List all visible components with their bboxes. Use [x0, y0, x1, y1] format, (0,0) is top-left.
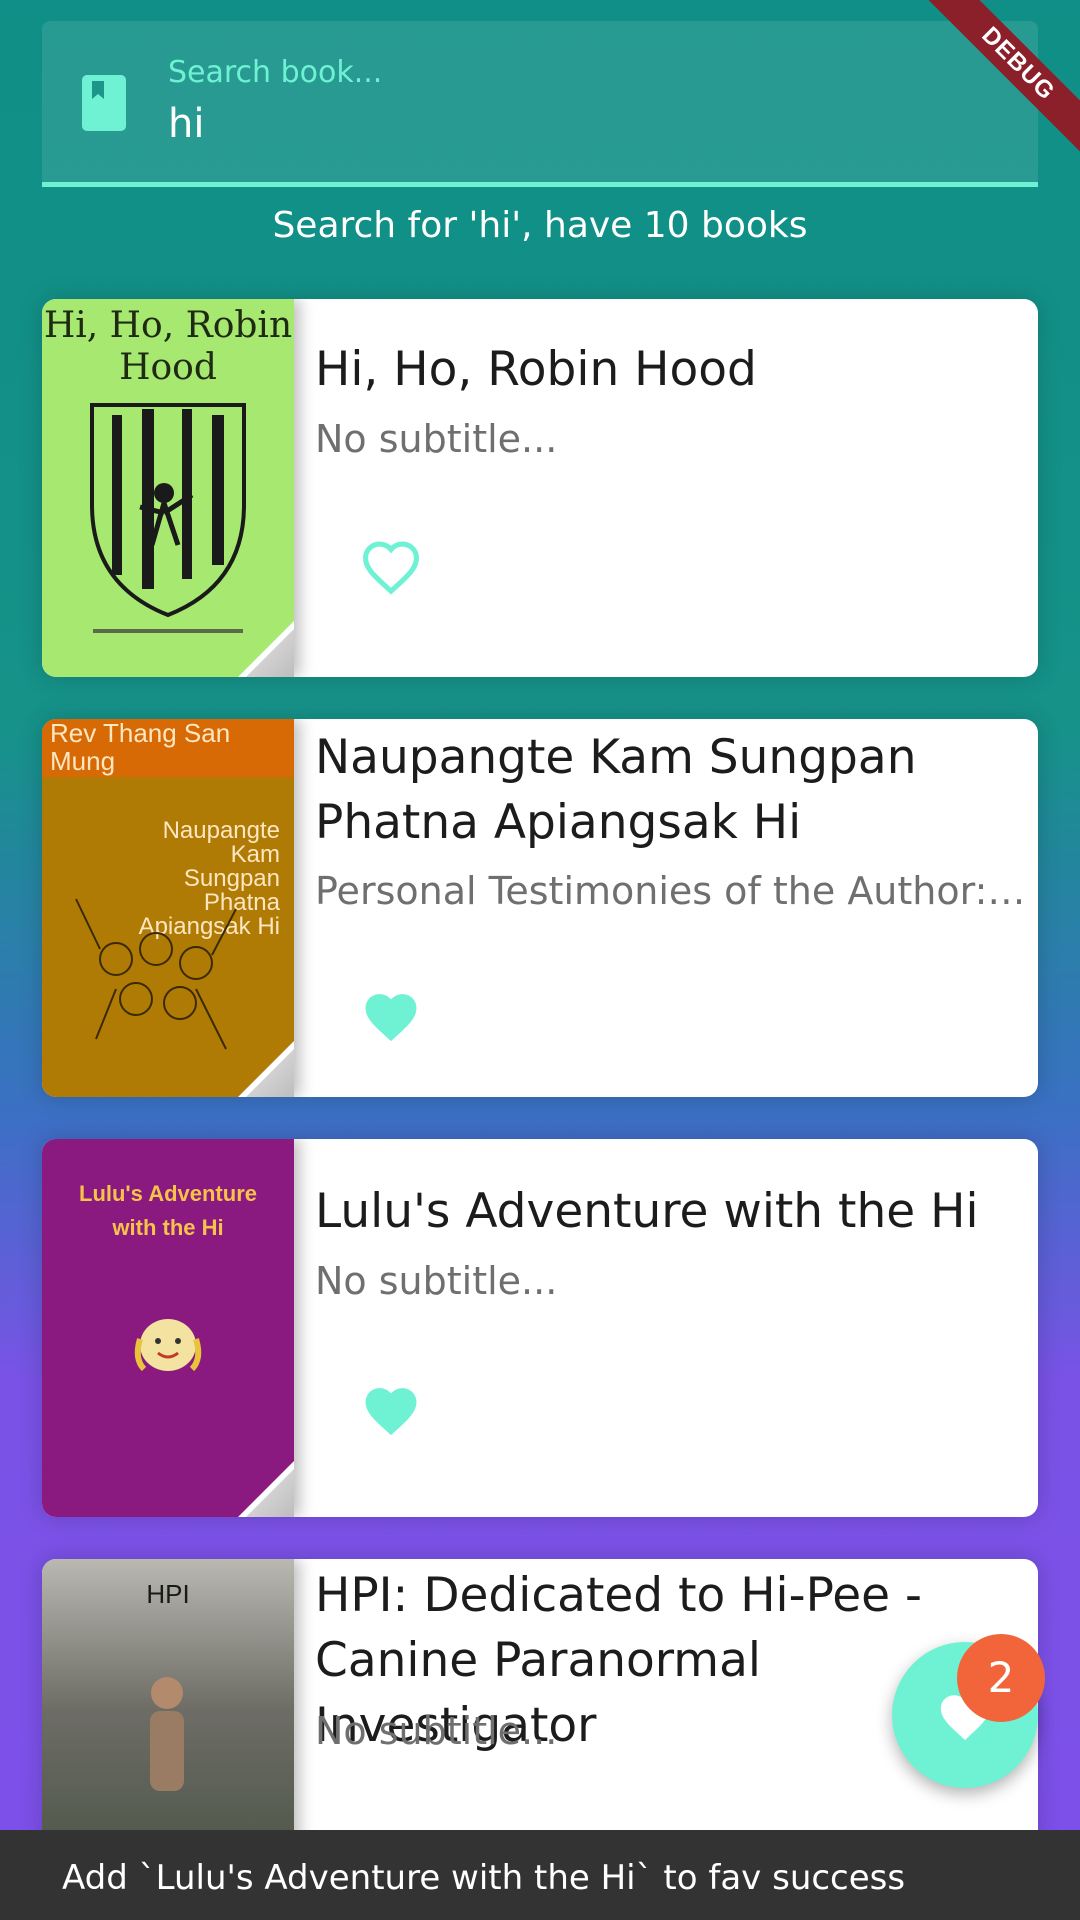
book-title: Naupangte Kam Sungpan Phatna Apiangsak H…: [315, 730, 917, 850]
search-placeholder: Search book...: [168, 55, 383, 90]
cover-author: Rev Thang San Mung: [50, 719, 231, 776]
snackbar-message: Add `Lulu's Adventure with the Hi` to fa…: [62, 1858, 906, 1898]
book-subtitle: No subtitle...: [315, 417, 558, 461]
book-cover: Lulu's Adventure with the Hi: [42, 1139, 294, 1517]
heart-filled-icon[interactable]: [360, 989, 422, 1045]
page-curl: [238, 1461, 294, 1517]
book-subtitle: No subtitle...: [315, 1259, 558, 1303]
search-result-count: Search for 'hi', have 10 books: [272, 205, 808, 246]
search-field[interactable]: Search book... hi: [42, 21, 1038, 187]
book-card[interactable]: Lulu's Adventure with the Hi Lulu's Adve…: [42, 1139, 1038, 1517]
book-icon: [82, 75, 126, 131]
debug-banner: DEBUG: [920, 0, 1080, 160]
book-cover: Rev Thang San Mung Naupangte Kam Sungpan…: [42, 719, 294, 1097]
cover-title: HPI: [146, 1579, 190, 1609]
book-title: Hi, Ho, Robin Hood: [315, 342, 757, 397]
page-curl: [238, 621, 294, 677]
book-cover: Hi, Ho, Robin Hood: [42, 299, 294, 677]
cover-title: Lulu's Adventure with the Hi: [79, 1181, 257, 1240]
heart-outline-icon[interactable]: [360, 539, 422, 595]
cover-illustration: [75, 898, 237, 1050]
book-card[interactable]: Rev Thang San Mung Naupangte Kam Sungpan…: [42, 719, 1038, 1097]
cover-illustration: [150, 1677, 184, 1791]
page-curl: [238, 1041, 294, 1097]
book-title: Lulu's Adventure with the Hi: [315, 1184, 979, 1239]
search-input[interactable]: hi: [168, 101, 204, 147]
cover-title: Hi, Ho, Robin Hood: [43, 305, 293, 388]
book-card[interactable]: Hi, Ho, Robin Hood Hi, Ho, Robin Hood No…: [42, 299, 1038, 677]
cover-illustration: [90, 403, 246, 618]
favorites-count-badge: 2: [957, 1634, 1045, 1722]
heart-filled-icon[interactable]: [360, 1383, 422, 1439]
cover-illustration: [134, 1319, 202, 1372]
snackbar: Add `Lulu's Adventure with the Hi` to fa…: [0, 1830, 1080, 1920]
debug-label: DEBUG: [927, 0, 1080, 155]
book-subtitle: Personal Testimonies of the Author: ...: [315, 869, 1028, 913]
